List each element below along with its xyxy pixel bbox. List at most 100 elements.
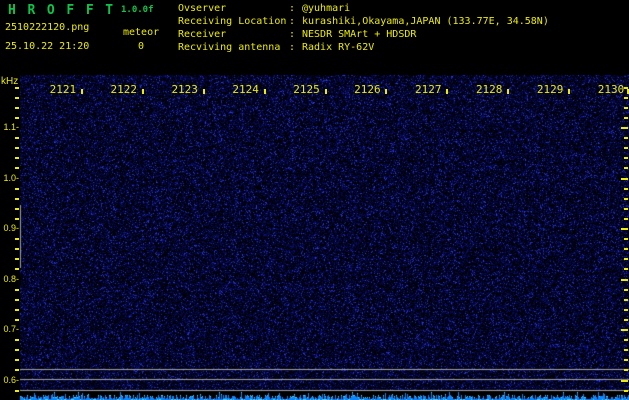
- freq-minor-tick: [15, 369, 19, 372]
- freq-minor-tick-right: [624, 116, 628, 119]
- freq-minor-tick: [15, 308, 19, 311]
- freq-minor-tick-right: [624, 318, 628, 321]
- freq-major-tick-right: [621, 329, 628, 331]
- app-version: 1.0.0f: [121, 5, 154, 15]
- freq-tick-label: 0.7-: [3, 324, 19, 334]
- info-value: @yuhmari: [302, 3, 351, 14]
- app-title: H R O F F T: [8, 3, 115, 18]
- freq-minor-tick-right: [624, 157, 628, 160]
- freq-minor-tick: [15, 197, 19, 200]
- time-tick-label: 2128: [475, 83, 503, 96]
- freq-major-tick-right: [621, 228, 628, 230]
- time-minute-tick: [507, 89, 510, 94]
- freq-minor-tick: [15, 217, 19, 220]
- freq-minor-tick: [15, 359, 19, 362]
- frequency-unit-label: kHz: [1, 76, 19, 87]
- freq-minor-tick: [15, 187, 19, 190]
- freq-major-tick-right: [621, 177, 628, 180]
- freq-minor-tick-right: [624, 106, 628, 109]
- freq-minor-tick: [15, 268, 19, 271]
- time-tick-label: 2124: [232, 83, 259, 96]
- freq-minor-tick: [15, 157, 19, 160]
- time-tick-label: 2125: [293, 83, 320, 96]
- time-tick-label: 2129: [536, 83, 564, 96]
- station-info-row: Receiver: NESDR SMArt + HDSDR: [178, 28, 549, 41]
- freq-minor-tick-right: [624, 137, 628, 140]
- station-info-block: Ovserver: @yuhmari Receiving Location: kura…: [178, 2, 549, 54]
- freq-minor-tick-right: [624, 298, 628, 301]
- info-value: NESDR SMArt + HDSDR: [302, 29, 417, 40]
- freq-minor-tick: [15, 288, 19, 291]
- freq-minor-tick: [15, 238, 19, 241]
- station-info-row: Ovserver: @yuhmari: [178, 2, 549, 15]
- freq-minor-tick: [15, 137, 19, 140]
- freq-tick-label: 0.6-: [3, 374, 19, 385]
- freq-minor-tick: [15, 207, 19, 210]
- freq-minor-tick-right: [624, 238, 628, 241]
- freq-minor-tick-right: [624, 389, 628, 392]
- freq-minor-tick: [15, 298, 19, 301]
- info-label: Receiving Location: [178, 16, 287, 27]
- freq-minor-tick: [15, 318, 19, 321]
- time-tick-label: 2130: [597, 83, 625, 96]
- meteor-count-label: meteor: [123, 27, 160, 38]
- time-minute-tick: [385, 89, 388, 94]
- freq-tick-label: 1.0-: [3, 172, 19, 183]
- freq-minor-tick-right: [624, 288, 628, 291]
- time-minute-tick: [446, 89, 449, 94]
- freq-minor-tick: [15, 106, 19, 109]
- freq-minor-tick-right: [624, 349, 628, 352]
- freq-major-tick-right: [621, 127, 628, 129]
- time-minute-tick: [80, 89, 83, 94]
- info-separator: :: [289, 29, 296, 40]
- freq-minor-tick-right: [624, 187, 628, 190]
- station-info-row: Recviving antenna: Radix RY-62V: [178, 41, 549, 54]
- freq-minor-tick: [15, 339, 19, 342]
- time-minute-tick: [263, 89, 266, 94]
- info-label: Recviving antenna: [178, 42, 281, 53]
- time-minute-tick: [568, 89, 571, 94]
- freq-minor-tick-right: [624, 359, 628, 362]
- record-datetime: 25.10.22 21:20: [5, 41, 90, 52]
- spectrogram-canvas: [0, 0, 629, 400]
- freq-minor-tick: [15, 258, 19, 261]
- time-tick-label: 2121: [49, 83, 77, 96]
- time-tick-label: 2126: [354, 83, 381, 96]
- freq-minor-tick-right: [624, 197, 628, 200]
- freq-major-tick-right: [621, 379, 628, 382]
- meteor-count-value: 0: [137, 41, 145, 52]
- freq-minor-tick: [15, 147, 19, 150]
- freq-major-tick-right: [621, 278, 628, 281]
- freq-minor-tick: [15, 86, 19, 89]
- time-minute-tick: [141, 89, 144, 94]
- time-tick-label: 2123: [171, 83, 198, 96]
- freq-minor-tick: [15, 116, 19, 119]
- time-minute-tick: [202, 89, 205, 94]
- freq-minor-tick-right: [624, 308, 628, 311]
- freq-minor-tick: [15, 389, 19, 392]
- freq-minor-tick-right: [624, 248, 628, 251]
- freq-tick-label: 0.8-: [3, 273, 19, 284]
- freq-tick-label: 0.9-: [3, 223, 19, 233]
- time-tick-label: 2122: [110, 83, 138, 96]
- info-separator: :: [289, 3, 296, 14]
- station-info-row: Receiving Location: kurashiki,Okayama,JAP…: [178, 15, 549, 28]
- info-separator: :: [289, 42, 296, 53]
- freq-minor-tick-right: [624, 268, 628, 271]
- info-label: Receiver: [178, 29, 227, 40]
- freq-minor-tick-right: [624, 217, 628, 220]
- output-filename: 2510222120.png: [5, 22, 90, 33]
- freq-minor-tick-right: [624, 147, 628, 150]
- freq-minor-tick-right: [624, 96, 628, 99]
- freq-minor-tick-right: [624, 258, 628, 261]
- time-minute-tick: [324, 89, 327, 94]
- info-value: Radix RY-62V: [302, 42, 375, 53]
- info-separator: :: [289, 16, 296, 27]
- freq-minor-tick: [15, 248, 19, 251]
- freq-minor-tick-right: [624, 369, 628, 372]
- freq-minor-tick: [15, 349, 19, 352]
- time-tick-label: 2127: [415, 83, 442, 96]
- freq-minor-tick-right: [624, 339, 628, 342]
- info-label: Ovserver: [178, 3, 227, 14]
- info-value: kurashiki,Okayama,JAPAN (133.77E, 34.58N…: [302, 16, 549, 27]
